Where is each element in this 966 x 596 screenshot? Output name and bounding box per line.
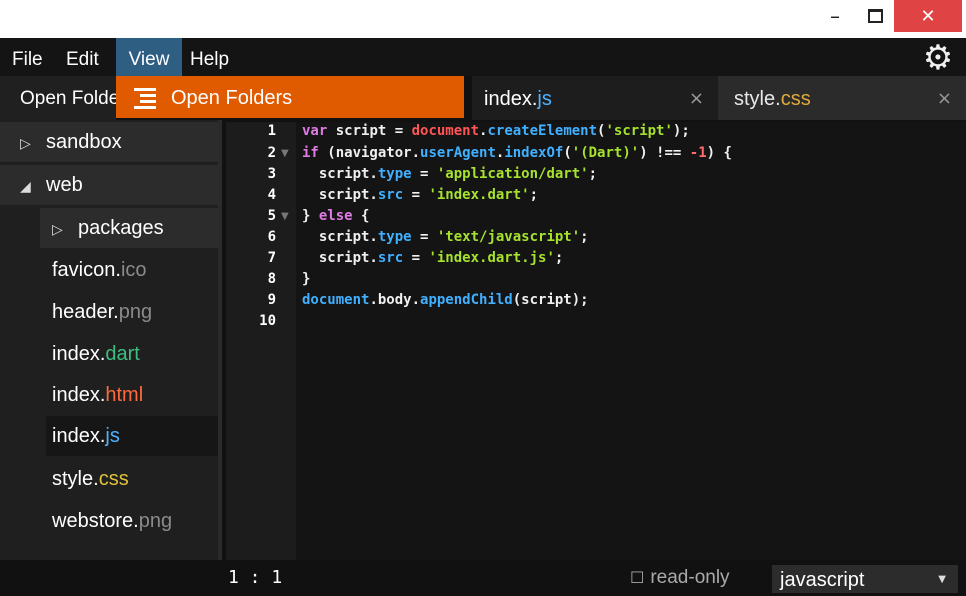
file-index-html[interactable]: index.html xyxy=(52,375,218,415)
menu-help[interactable]: Help xyxy=(186,38,233,76)
language-mode-value: javascript xyxy=(780,569,865,591)
title-bar: – ✕ xyxy=(0,0,966,38)
code-line: script.src = 'index.dart'; xyxy=(302,187,539,203)
file-favicon-ico[interactable]: favicon.ico xyxy=(52,250,218,290)
close-window-button[interactable]: ✕ xyxy=(894,0,962,32)
line-number: 7 xyxy=(267,250,276,266)
gear-icon[interactable]: ⚙ xyxy=(920,38,956,78)
checkbox-icon[interactable]: ☐ xyxy=(630,568,644,587)
expanded-arrow-icon: ◢ xyxy=(20,179,31,195)
tab-label: index.js xyxy=(484,88,552,110)
file-webstore-png[interactable]: webstore.png xyxy=(52,501,218,541)
collapsed-arrow-icon: ▷ xyxy=(20,136,31,152)
code-line: if (navigator.userAgent.indexOf('(Dart)'… xyxy=(302,145,732,161)
fold-arrow-icon[interactable]: ▼ xyxy=(281,211,289,222)
file-header-png[interactable]: header.png xyxy=(52,292,218,332)
menu-bar: File Edit View Help xyxy=(0,38,966,76)
menu-view[interactable]: View xyxy=(116,38,182,76)
line-gutter: 1 2 ▼ 3 4 5 ▼ 6 7 8 9 10 xyxy=(226,122,296,560)
line-number: 3 xyxy=(267,166,276,182)
file-index-js[interactable]: index.js xyxy=(46,416,218,456)
maximize-button[interactable] xyxy=(858,0,892,32)
collapsed-arrow-icon: ▷ xyxy=(52,222,63,238)
tab-style-css[interactable]: style.css × xyxy=(718,76,966,120)
line-number: 1 xyxy=(267,123,276,139)
line-number: 2 xyxy=(267,145,276,161)
read-only-label: read-only xyxy=(650,567,730,588)
cursor-position: 1 : 1 xyxy=(228,567,283,588)
close-tab-icon[interactable]: × xyxy=(937,76,952,122)
maximize-icon xyxy=(867,9,883,23)
code-line: } else { xyxy=(302,208,370,224)
fold-arrow-icon[interactable]: ▼ xyxy=(281,148,289,159)
file-tree: ▷ sandbox ◢ web ▷ packages favicon.ico head… xyxy=(0,120,222,560)
close-tab-icon[interactable]: × xyxy=(689,76,704,122)
status-bar: 1 : 1 ☐ read-only javascript ▼ xyxy=(0,560,966,593)
view-menu-dropdown[interactable]: Open Folders xyxy=(116,76,464,118)
dropdown-caret-icon: ▼ xyxy=(938,574,946,585)
folder-packages[interactable]: ▷ packages xyxy=(40,208,218,248)
code-line: script.type = 'application/dart'; xyxy=(302,166,598,182)
code-line: script.src = 'index.dart.js'; xyxy=(302,250,564,266)
menu-edit[interactable]: Edit xyxy=(62,38,103,76)
minimize-button[interactable]: – xyxy=(818,0,852,32)
line-number: 5 xyxy=(267,208,276,224)
line-number: 8 xyxy=(267,271,276,287)
code-line: document.body.appendChild(script); xyxy=(302,292,589,308)
file-index-dart[interactable]: index.dart xyxy=(52,334,218,374)
folder-sandbox[interactable]: ▷ sandbox xyxy=(0,122,218,162)
menu-item-open-folders[interactable]: Open Folders xyxy=(171,76,292,120)
language-mode-select[interactable]: javascript ▼ xyxy=(772,565,958,593)
code-line: } xyxy=(302,271,311,287)
code-line: script.type = 'text/javascript'; xyxy=(302,229,589,245)
tab-label: style.css xyxy=(734,88,811,110)
tab-open-folders[interactable]: Open Folders xyxy=(0,76,116,120)
list-icon xyxy=(134,88,156,109)
folder-web[interactable]: ◢ web xyxy=(0,165,218,205)
menu-file[interactable]: File xyxy=(8,38,47,76)
line-number: 10 xyxy=(259,313,276,329)
line-number: 9 xyxy=(267,292,276,308)
file-style-css[interactable]: style.css xyxy=(52,459,218,499)
read-only-toggle[interactable]: ☐ read-only xyxy=(630,560,730,593)
tab-index-js[interactable]: index.js × xyxy=(472,76,718,120)
line-number: 4 xyxy=(267,187,276,203)
code-line: var script = document.createElement('scr… xyxy=(302,123,690,139)
line-number: 6 xyxy=(267,229,276,245)
